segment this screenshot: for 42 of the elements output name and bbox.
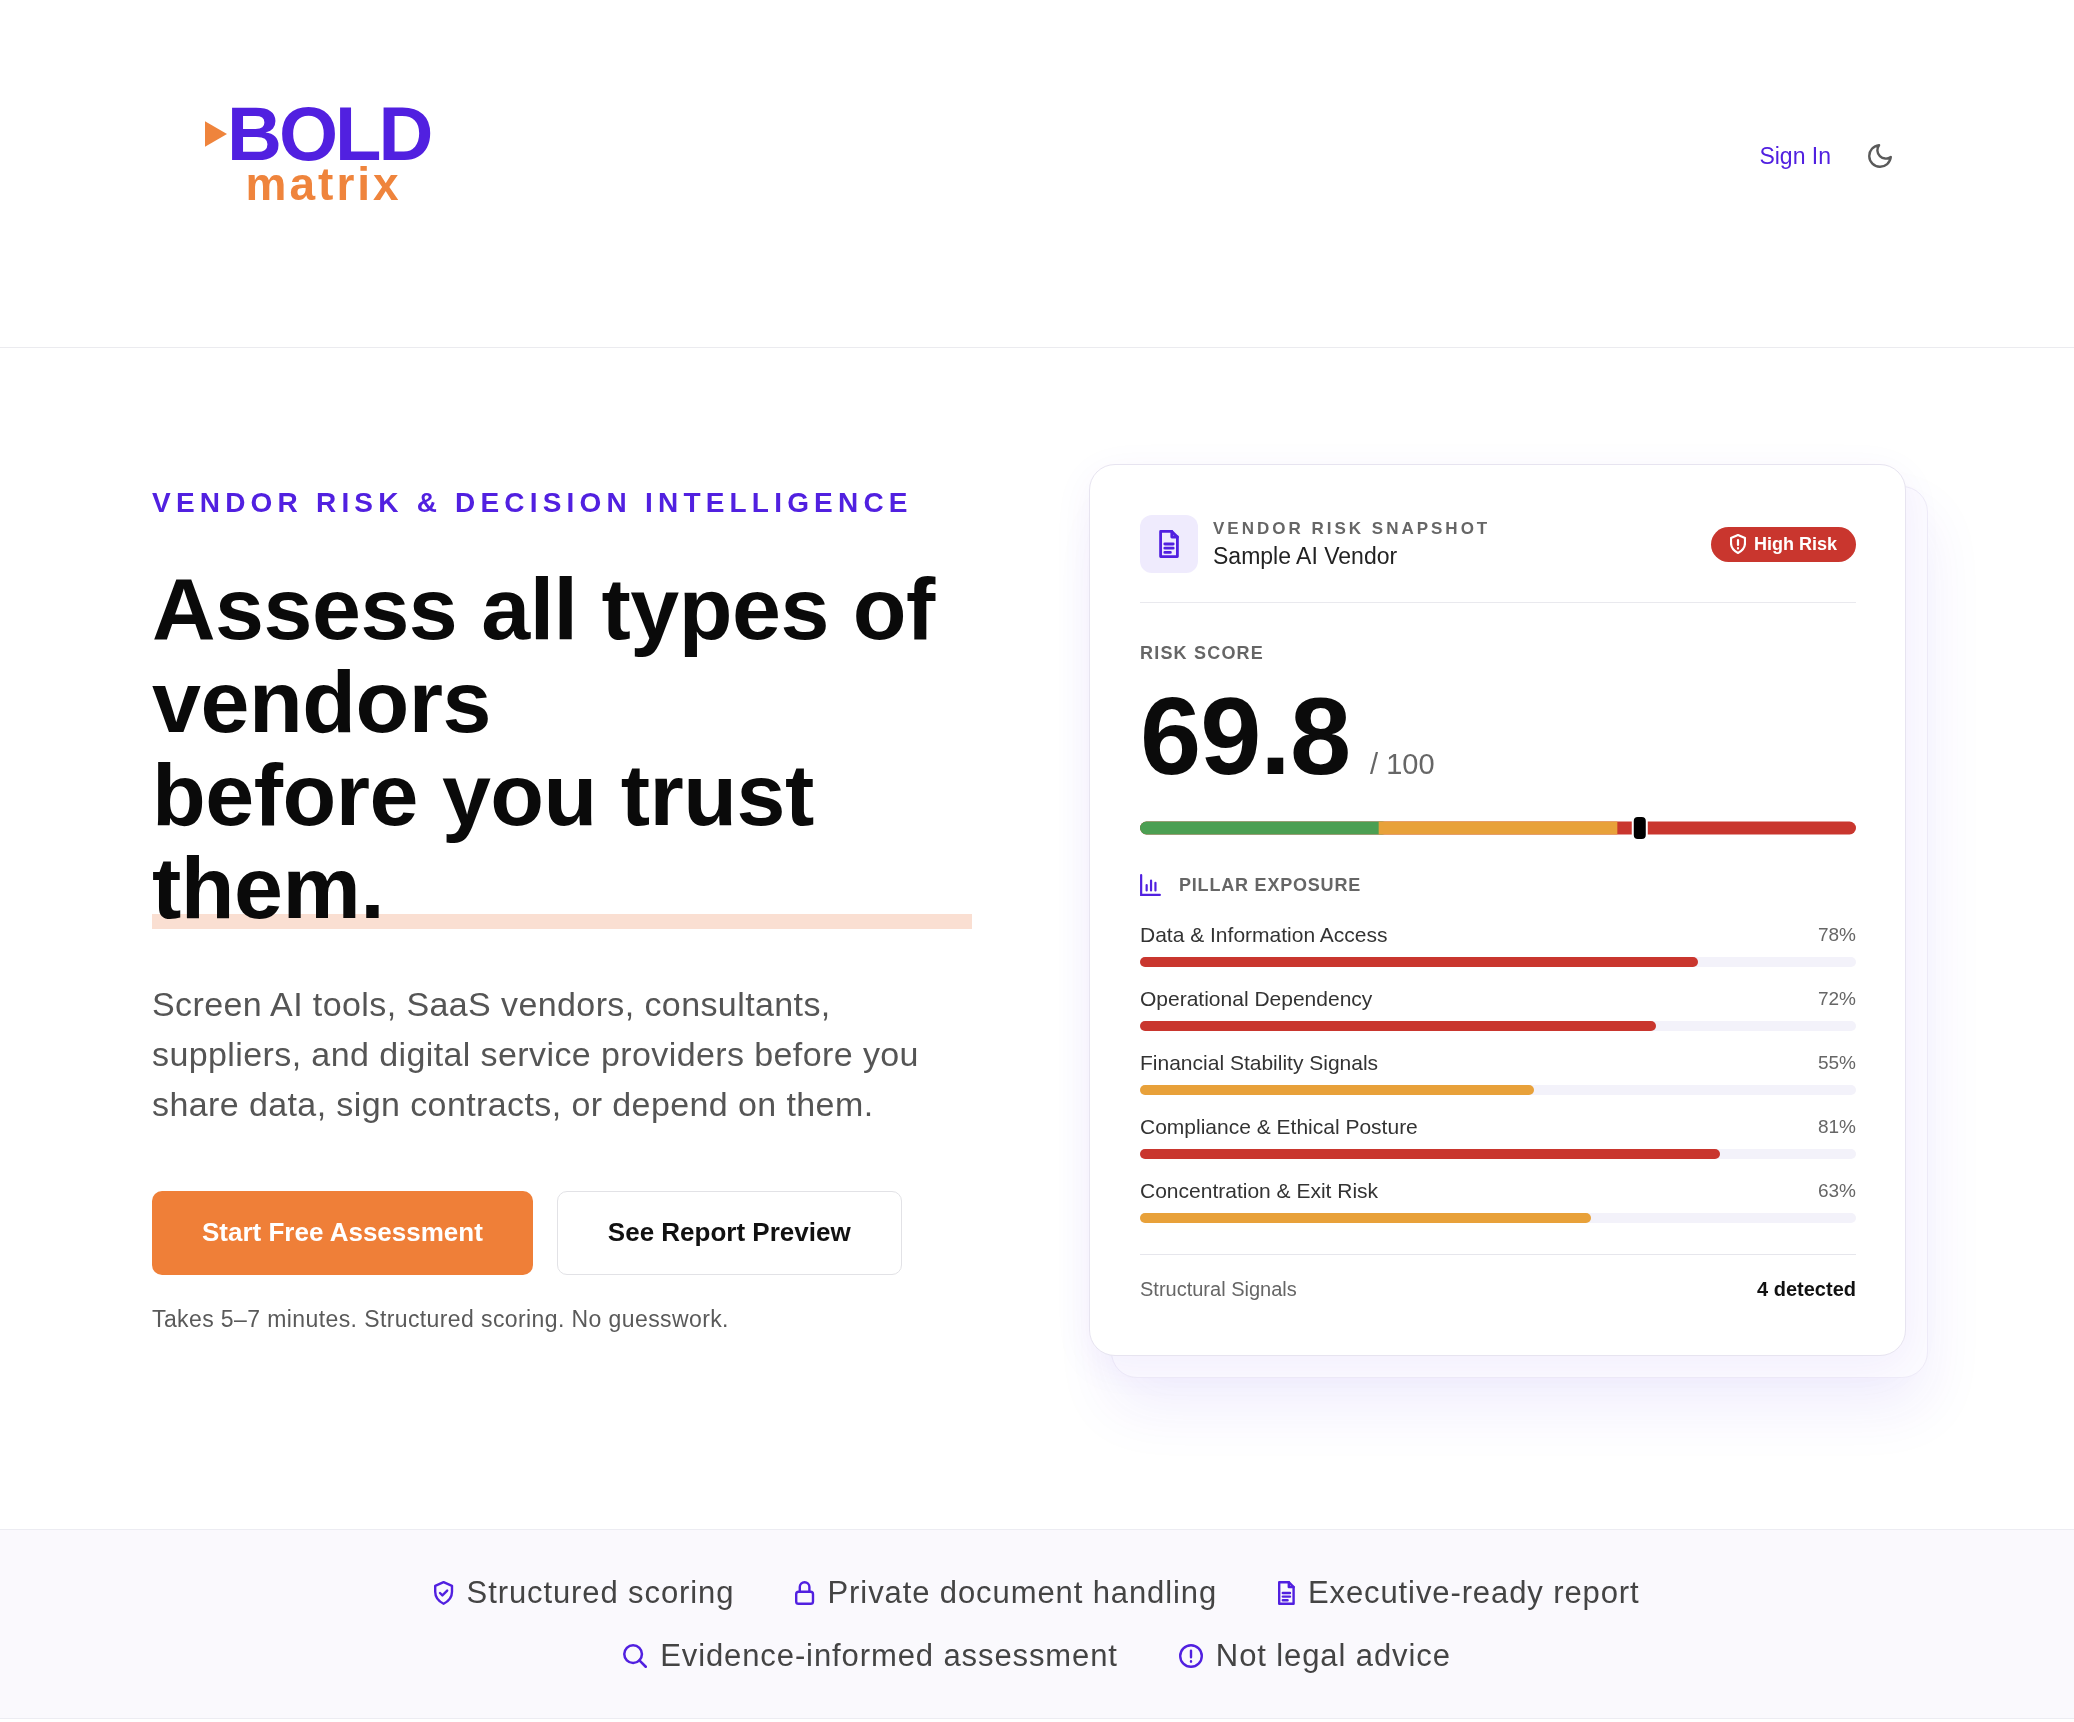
headline-text: before you trust them. — [152, 747, 815, 934]
pillar-name: Data & Information Access — [1140, 923, 1388, 947]
trust-item-label: Executive-ready report — [1307, 1575, 1640, 1611]
eyebrow-label: VENDOR RISK & DECISION INTELLIGENCE — [152, 486, 914, 519]
score-label: RISK SCORE — [1140, 642, 1266, 665]
pillar-percent: 81% — [1817, 1115, 1856, 1139]
signals-count: 4 detected — [1757, 1277, 1856, 1301]
search-icon — [623, 1644, 648, 1668]
shield-alert-icon — [1730, 534, 1746, 554]
section-title: PILLAR EXPOSURE — [1179, 874, 1362, 897]
trust-item-label: Evidence-informed assessment — [660, 1638, 1118, 1674]
hero-note: Takes 5–7 minutes. Structured scoring. No guesswork. — [152, 1304, 730, 1334]
hero-description: Screen AI tools, SaaS vendors, consultants, suppliers, and digital service providers before you share data, sign contracts, or depend on them. — [152, 983, 920, 1125]
trust-item-label: Private document handling — [827, 1575, 1218, 1611]
play-triangle-icon — [205, 121, 227, 147]
shield-check-icon — [434, 1581, 454, 1605]
trust-item-label: Not legal advice — [1215, 1638, 1451, 1674]
snapshot-label: VENDOR RISK SNAPSHOT — [1213, 518, 1491, 540]
sign-in-link[interactable]: Sign In — [1759, 142, 1831, 170]
trust-item-label: Structured scoring — [466, 1575, 735, 1611]
logo[interactable]: BOLD matrix — [205, 103, 431, 203]
pillar-percent: 72% — [1817, 987, 1856, 1011]
risk-score-value: 69.8 — [1140, 681, 1351, 791]
document-icon — [1278, 1581, 1295, 1605]
signals-label: Structural Signals — [1140, 1277, 1297, 1301]
risk-level-text: High Risk — [1754, 533, 1837, 555]
pillar-name: Concentration & Exit Risk — [1140, 1179, 1379, 1203]
pillar-percent: 63% — [1817, 1179, 1856, 1203]
pillar-name: Financial Stability Signals — [1140, 1051, 1379, 1075]
pillar-percent: 78% — [1817, 923, 1856, 947]
vendor-name: Sample AI Vendor — [1213, 542, 1399, 570]
bar-chart-icon — [1140, 874, 1161, 896]
lock-icon — [795, 1581, 815, 1605]
score-max-label: / 100 — [1370, 747, 1435, 781]
document-icon — [1140, 515, 1198, 573]
pillar-name: Operational Dependency — [1140, 987, 1373, 1011]
moon-icon — [1868, 144, 1892, 168]
pillar-percent: 55% — [1817, 1051, 1856, 1075]
alert-circle-icon — [1178, 1644, 1203, 1668]
report-preview-button[interactable]: See Report Preview — [556, 1190, 902, 1275]
theme-toggle-button[interactable] — [1868, 144, 1892, 168]
pillar-name: Compliance & Ethical Posture — [1140, 1115, 1418, 1139]
